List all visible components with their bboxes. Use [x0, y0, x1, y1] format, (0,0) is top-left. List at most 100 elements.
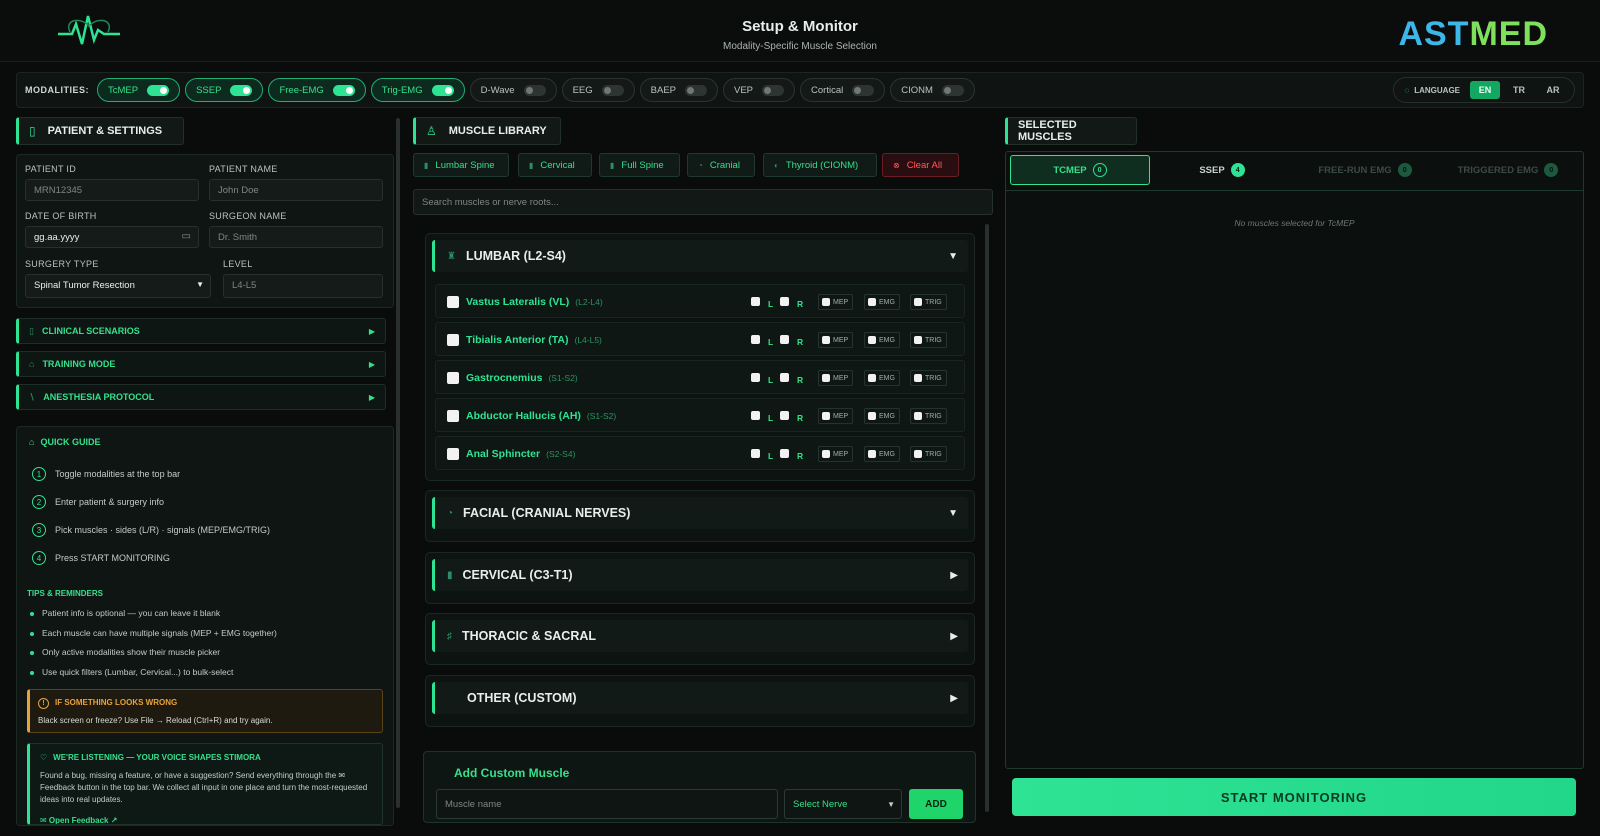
modality-toggle-baep[interactable]: BAEP: [639, 78, 718, 102]
muscle-checkbox[interactable]: [447, 334, 459, 346]
modality-toggle-trig-emg[interactable]: Trig-EMG: [370, 78, 465, 102]
group-header-facial[interactable]: ◔ FACIAL (CRANIAL NERVES) ▼: [432, 497, 968, 529]
add-button[interactable]: ADD: [909, 789, 963, 819]
signal-mep[interactable]: MEP: [818, 408, 854, 424]
side-left-checkbox[interactable]: [751, 373, 760, 382]
signal-mep[interactable]: MEP: [818, 446, 854, 462]
tab-tcmep[interactable]: TCMEP 0: [1010, 155, 1150, 185]
level-input[interactable]: L4-L5: [223, 274, 383, 298]
library-scrollbar[interactable]: [985, 224, 989, 812]
signal-emg[interactable]: EMG: [864, 370, 900, 386]
group-header-cervical[interactable]: ▮ CERVICAL (C3-T1) ▶: [432, 559, 968, 591]
tab-ssep[interactable]: SSEP 4: [1152, 155, 1292, 185]
muscle-row: Tibialis Anterior (TA) (L4-L5) L R MEP EM…: [435, 322, 965, 356]
signal-emg[interactable]: EMG: [864, 294, 900, 310]
filter-thyroid-cionm[interactable]: ◐ Thyroid (CIONM): [763, 153, 877, 177]
toggle-switch[interactable]: [230, 84, 253, 96]
custom-muscle-name-input[interactable]: Muscle name: [436, 789, 778, 819]
side-right-checkbox[interactable]: [780, 335, 789, 344]
modality-toggle-d-wave[interactable]: D-Wave: [469, 78, 557, 102]
open-feedback-link[interactable]: ✉ Open Feedback ↗: [40, 816, 117, 824]
dob-input[interactable]: gg.aa.yyyy ▭: [25, 226, 199, 248]
signal-emg[interactable]: EMG: [864, 332, 900, 348]
muscle-library-header: ♙ MUSCLE LIBRARY: [413, 117, 561, 145]
filter-cervical[interactable]: ▮ Cervical: [518, 153, 592, 177]
muscle-checkbox[interactable]: [447, 448, 459, 460]
signal-emg[interactable]: EMG: [864, 446, 900, 462]
group-header-lumbar[interactable]: ♜ LUMBAR (L2-S4) ▼: [432, 240, 968, 272]
side-right-checkbox[interactable]: [780, 297, 789, 306]
surgeon-name-input[interactable]: Dr. Smith: [209, 226, 383, 248]
surgery-type-select[interactable]: Spinal Tumor Resection ▼: [25, 274, 211, 298]
accordion-clinical-scenarios[interactable]: ▯ CLINICAL SCENARIOS ▶: [16, 318, 386, 344]
filter-lumbar-spine[interactable]: ▮ Lumbar Spine: [413, 153, 509, 177]
signal-trig[interactable]: TRIG: [910, 446, 947, 462]
group-header-other-custom[interactable]: OTHER (CUSTOM) ▶: [432, 682, 968, 714]
signal-trig[interactable]: TRIG: [910, 408, 947, 424]
toggle-switch[interactable]: [523, 84, 546, 96]
side-right-checkbox[interactable]: [780, 411, 789, 420]
muscle-checkbox[interactable]: [447, 372, 459, 384]
language-ar-button[interactable]: AR: [1538, 81, 1568, 99]
signal-mep[interactable]: MEP: [818, 332, 854, 348]
guide-step: 2 Enter patient & surgery info: [32, 495, 164, 509]
start-monitoring-button[interactable]: START MONITORING: [1012, 778, 1576, 816]
feedback-title: ♡ WE'RE LISTENING — YOUR VOICE SHAPES STI…: [40, 753, 261, 762]
toggle-switch[interactable]: [431, 84, 454, 96]
language-tr-button[interactable]: TR: [1504, 81, 1534, 99]
toggle-switch[interactable]: [852, 84, 875, 96]
pulse-logo-icon: [58, 15, 120, 45]
toggle-switch[interactable]: [147, 84, 170, 96]
signal-trig[interactable]: TRIG: [910, 332, 947, 348]
filter-cranial[interactable]: ◔ Cranial: [687, 153, 755, 177]
muscle-checkbox[interactable]: [447, 410, 459, 422]
clear-icon: ⊗: [893, 160, 900, 170]
modality-toggle-free-emg[interactable]: Free-EMG: [268, 78, 366, 102]
side-left-checkbox[interactable]: [751, 411, 760, 420]
calendar-icon[interactable]: ▭: [182, 231, 191, 242]
side-right-checkbox[interactable]: [780, 373, 789, 382]
patient-id-input[interactable]: MRN12345: [25, 179, 199, 201]
left-scrollbar[interactable]: [396, 118, 400, 808]
toggle-switch[interactable]: [685, 84, 707, 96]
language-en-button[interactable]: EN: [1470, 81, 1500, 99]
add-custom-muscle-card: Add Custom Muscle Muscle name Select Ner…: [423, 751, 976, 823]
modality-toggle-cortical[interactable]: Cortical: [800, 78, 886, 102]
spine-icon: ▮: [424, 160, 429, 170]
signal-emg[interactable]: EMG: [864, 408, 900, 424]
tab-triggered-emg[interactable]: TRIGGERED EMG 0: [1438, 155, 1578, 185]
toggle-switch[interactable]: [332, 84, 355, 96]
signal-trig[interactable]: TRIG: [910, 294, 947, 310]
language-switcher: ◌ LANGUAGE EN TR AR: [1393, 77, 1575, 103]
accordion-anesthesia-protocol[interactable]: ∖ ANESTHESIA PROTOCOL ▶: [16, 384, 386, 410]
side-left-checkbox[interactable]: [751, 335, 760, 344]
side-left-checkbox[interactable]: [751, 449, 760, 458]
accordion-training-mode[interactable]: ⌂ TRAINING MODE ▶: [16, 351, 386, 377]
toggle-switch[interactable]: [601, 84, 624, 96]
modality-toggle-eeg[interactable]: EEG: [561, 78, 635, 102]
modality-toggle-cionm[interactable]: CIONM: [890, 78, 975, 102]
signal-mep[interactable]: MEP: [818, 294, 854, 310]
toggle-switch[interactable]: [762, 84, 785, 96]
tab-free-run-emg[interactable]: FREE-RUN EMG 0: [1295, 155, 1435, 185]
group-header-thoracic-sacral[interactable]: ♯ THORACIC & SACRAL ▶: [432, 620, 968, 652]
patient-name-input[interactable]: John Doe: [209, 179, 383, 201]
select-nerve-dropdown[interactable]: Select Nerve ▼: [784, 789, 902, 819]
modality-toggle-vep[interactable]: VEP: [723, 78, 796, 102]
signal-mep[interactable]: MEP: [818, 370, 854, 386]
graduation-cap-icon: ⌂: [29, 437, 35, 447]
muscle-checkbox[interactable]: [447, 296, 459, 308]
side-right-checkbox[interactable]: [780, 449, 789, 458]
clear-all-button[interactable]: ⊗ Clear All: [882, 153, 959, 177]
modality-toggle-tcmep[interactable]: TcMEP: [97, 78, 181, 102]
side-right-label: R: [797, 375, 804, 385]
thyroid-icon: ◐: [774, 160, 779, 170]
app-header: Setup & Monitor Modality-Specific Muscle…: [0, 0, 1600, 62]
graduation-cap-icon: ⌂: [29, 359, 35, 369]
modality-toggle-ssep[interactable]: SSEP: [185, 78, 264, 102]
side-left-checkbox[interactable]: [751, 297, 760, 306]
signal-trig[interactable]: TRIG: [910, 370, 947, 386]
filter-full-spine[interactable]: ▮ Full Spine: [599, 153, 680, 177]
muscle-search-input[interactable]: Search muscles or nerve roots...: [413, 189, 993, 215]
toggle-switch[interactable]: [941, 84, 964, 96]
